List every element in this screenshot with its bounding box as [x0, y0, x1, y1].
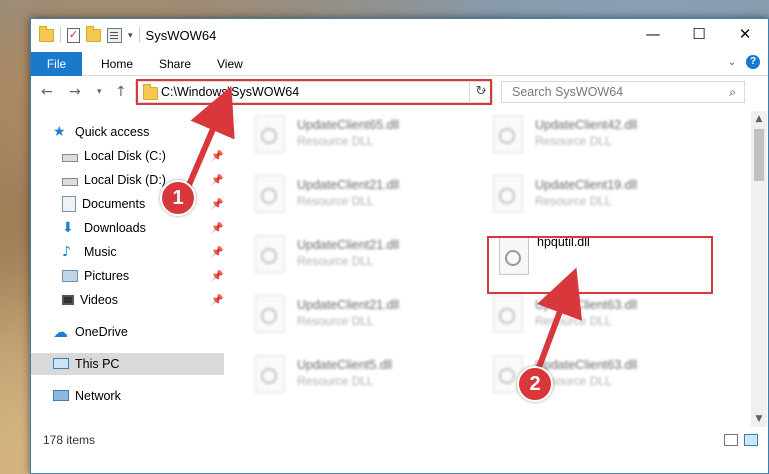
- callout-arrows: [183, 85, 583, 380]
- arrow-2: [532, 267, 583, 380]
- callout-2-badge: 2: [517, 366, 553, 402]
- callout-1-badge: 1: [160, 180, 196, 216]
- arrow-1: [183, 85, 235, 194]
